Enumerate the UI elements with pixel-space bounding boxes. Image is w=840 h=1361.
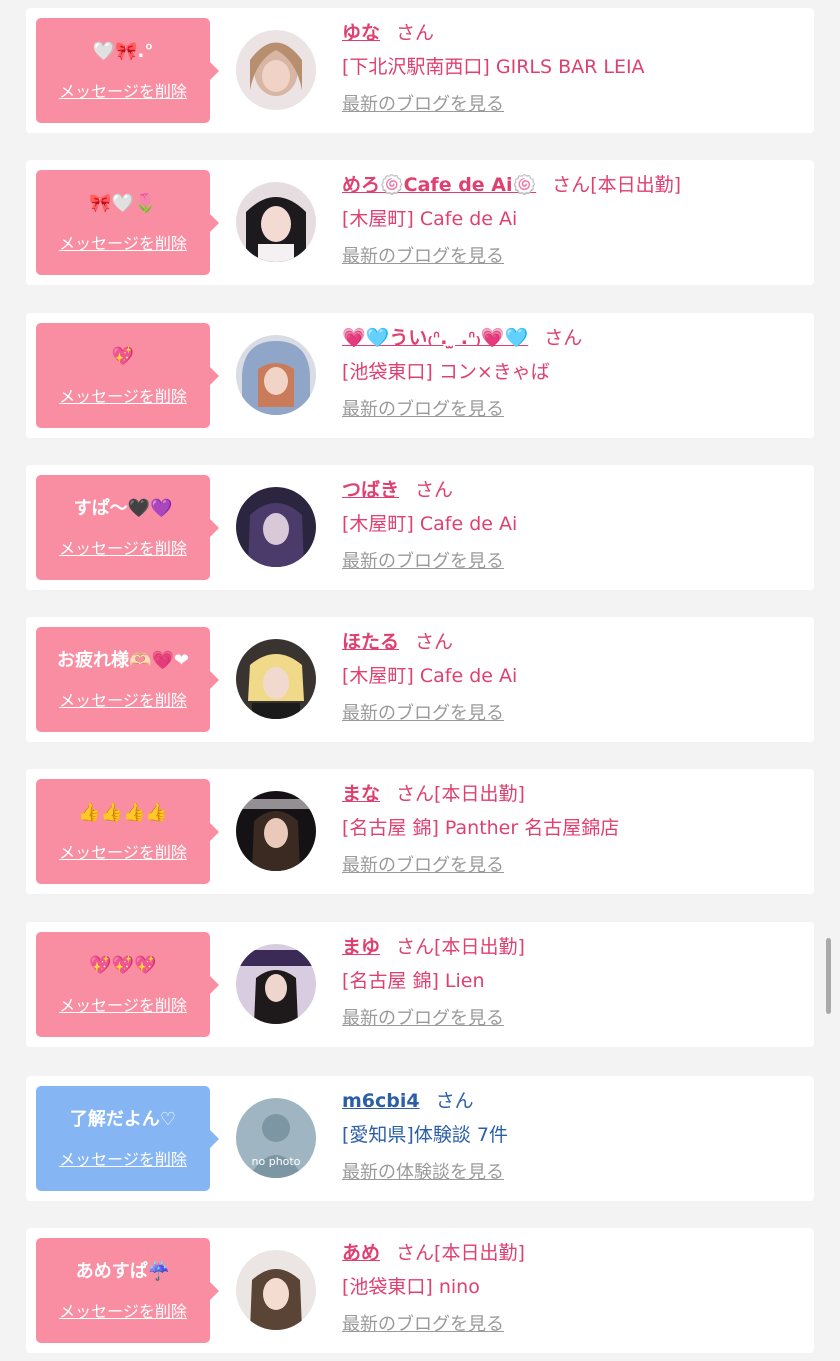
latest-post-link[interactable]: 最新のブログを見る: [342, 92, 802, 118]
message-bubble: 👍👍👍👍 メッセージを削除: [36, 779, 219, 884]
message-text: 🎀🤍🌷: [89, 192, 157, 214]
status-label: [本日出勤]: [434, 936, 525, 958]
message-card: 🎀🤍🌷 メッセージを削除 めろ🍥Cafe de Ai🍥 さん[本日出勤] [木屋町…: [26, 160, 814, 285]
latest-review-link[interactable]: 最新の体験談を見る: [342, 1160, 802, 1186]
san-label: さん: [396, 1242, 435, 1264]
message-card: 了解だよん♡ メッセージを削除 no photo m6cbi4 さん [愛知県]体…: [26, 1076, 814, 1201]
delete-message-link[interactable]: メッセージを削除: [59, 992, 187, 1016]
message-text: 了解だよん♡: [69, 1108, 177, 1130]
message-bubble: 💖💖💖 メッセージを削除: [36, 932, 219, 1037]
message-card: 👍👍👍👍 メッセージを削除 まな さん[本日出勤] [名古屋 錦] Panther…: [26, 769, 814, 894]
latest-post-link[interactable]: 最新のブログを見る: [342, 397, 802, 423]
message-bubble: 🎀🤍🌷 メッセージを削除: [36, 170, 219, 275]
san-label: さん: [544, 327, 583, 349]
user-name-link[interactable]: あめ: [342, 1242, 380, 1264]
message-text: 💖💖💖: [89, 954, 157, 976]
avatar[interactable]: [236, 30, 316, 110]
san-label: さん: [435, 1090, 474, 1112]
avatar[interactable]: [236, 639, 316, 719]
shop-label: [池袋東口] コン×きゃば: [342, 361, 550, 383]
shop-label: [池袋東口] nino: [342, 1276, 480, 1298]
message-bubble: 了解だよん♡ メッセージを削除: [36, 1086, 219, 1191]
review-count-label: [愛知県]体験談 7件: [342, 1124, 508, 1146]
no-photo-label: no photo: [251, 1155, 301, 1168]
delete-message-link[interactable]: メッセージを削除: [59, 535, 187, 559]
user-name-link[interactable]: m6cbi4: [342, 1090, 420, 1112]
avatar[interactable]: [236, 487, 316, 567]
message-card: お疲れ様🫶🏻💗‪‪❤︎‬ メッセージを削除 ほたる さん [木屋町] Cafe d…: [26, 617, 814, 742]
delete-message-link[interactable]: メッセージを削除: [59, 1146, 187, 1170]
san-label: さん: [396, 936, 435, 958]
user-name-link[interactable]: まゆ: [342, 936, 380, 958]
message-card: 💖 メッセージを削除 💗🩵うい₍ᐢ. ̫ .ᐢ₎💗🩵 さん [池袋東口] コン×き…: [26, 313, 814, 438]
avatar[interactable]: no photo: [236, 1098, 316, 1178]
message-bubble: 💖 メッセージを削除: [36, 323, 219, 428]
user-name-link[interactable]: 💗🩵うい₍ᐢ. ̫ .ᐢ₎💗🩵: [342, 327, 528, 349]
delete-message-link[interactable]: メッセージを削除: [59, 839, 187, 863]
user-name-link[interactable]: ほたる: [342, 631, 399, 653]
latest-post-link[interactable]: 最新のブログを見る: [342, 853, 802, 879]
shop-label: [名古屋 錦] Panther 名古屋錦店: [342, 817, 620, 839]
user-name-link[interactable]: ゆな: [342, 22, 380, 44]
message-bubble: あめすぱ☔️ メッセージを削除: [36, 1238, 219, 1343]
shop-label: [名古屋 錦] Lien: [342, 970, 485, 992]
san-label: さん: [415, 631, 454, 653]
message-bubble: 🤍🎀.° メッセージを削除: [36, 18, 219, 123]
user-name-link[interactable]: めろ🍥Cafe de Ai🍥: [342, 174, 536, 196]
avatar[interactable]: [236, 335, 316, 415]
avatar[interactable]: [236, 944, 316, 1024]
user-name-link[interactable]: まな: [342, 783, 380, 805]
message-card: すぱ〜🖤💜 メッセージを削除 つばき さん [木屋町] Cafe de Ai 最新…: [26, 465, 814, 590]
message-text: すぱ〜🖤💜: [73, 497, 173, 519]
shop-label: [下北沢駅南西口] GIRLS BAR LEIA: [342, 56, 645, 78]
user-name-link[interactable]: つばき: [342, 479, 399, 501]
status-label: [本日出勤]: [434, 1242, 525, 1264]
avatar[interactable]: [236, 182, 316, 262]
scrollbar[interactable]: [826, 938, 831, 1014]
message-bubble: すぱ〜🖤💜 メッセージを削除: [36, 475, 219, 580]
avatar[interactable]: [236, 791, 316, 871]
delete-message-link[interactable]: メッセージを削除: [59, 687, 187, 711]
message-card: 💖💖💖 メッセージを削除 まゆ さん[本日出勤] [名古屋 錦] Lien 最新の…: [26, 922, 814, 1047]
shop-label: [木屋町] Cafe de Ai: [342, 513, 518, 535]
shop-label: [木屋町] Cafe de Ai: [342, 208, 518, 230]
latest-post-link[interactable]: 最新のブログを見る: [342, 244, 802, 270]
latest-post-link[interactable]: 最新のブログを見る: [342, 1312, 802, 1338]
message-card: あめすぱ☔️ メッセージを削除 あめ さん[本日出勤] [池袋東口] nino 最…: [26, 1228, 814, 1353]
delete-message-link[interactable]: メッセージを削除: [59, 78, 187, 102]
status-label: [本日出勤]: [590, 174, 682, 196]
san-label: さん: [396, 22, 435, 44]
message-text: 💖: [111, 345, 135, 367]
latest-post-link[interactable]: 最新のブログを見る: [342, 549, 802, 575]
message-bubble: お疲れ様🫶🏻💗‪‪❤︎‬ メッセージを削除: [36, 627, 219, 732]
message-card: 🤍🎀.° メッセージを削除 ゆな さん [下北沢駅南西口] GIRLS BAR L…: [26, 8, 814, 133]
shop-label: [木屋町] Cafe de Ai: [342, 665, 518, 687]
latest-post-link[interactable]: 最新のブログを見る: [342, 701, 802, 727]
delete-message-link[interactable]: メッセージを削除: [59, 383, 187, 407]
message-text: お疲れ様🫶🏻💗‪‪❤︎‬: [57, 649, 189, 671]
san-label: さん: [396, 783, 435, 805]
san-label: さん: [552, 174, 591, 196]
message-text: あめすぱ☔️: [75, 1260, 171, 1282]
latest-post-link[interactable]: 最新のブログを見る: [342, 1006, 802, 1032]
avatar[interactable]: [236, 1250, 316, 1330]
delete-message-link[interactable]: メッセージを削除: [59, 1298, 187, 1322]
message-text: 👍👍👍👍: [78, 801, 168, 823]
status-label: [本日出勤]: [434, 783, 525, 805]
san-label: さん: [415, 479, 454, 501]
delete-message-link[interactable]: メッセージを削除: [59, 230, 187, 254]
message-text: 🤍🎀.°: [92, 40, 154, 62]
